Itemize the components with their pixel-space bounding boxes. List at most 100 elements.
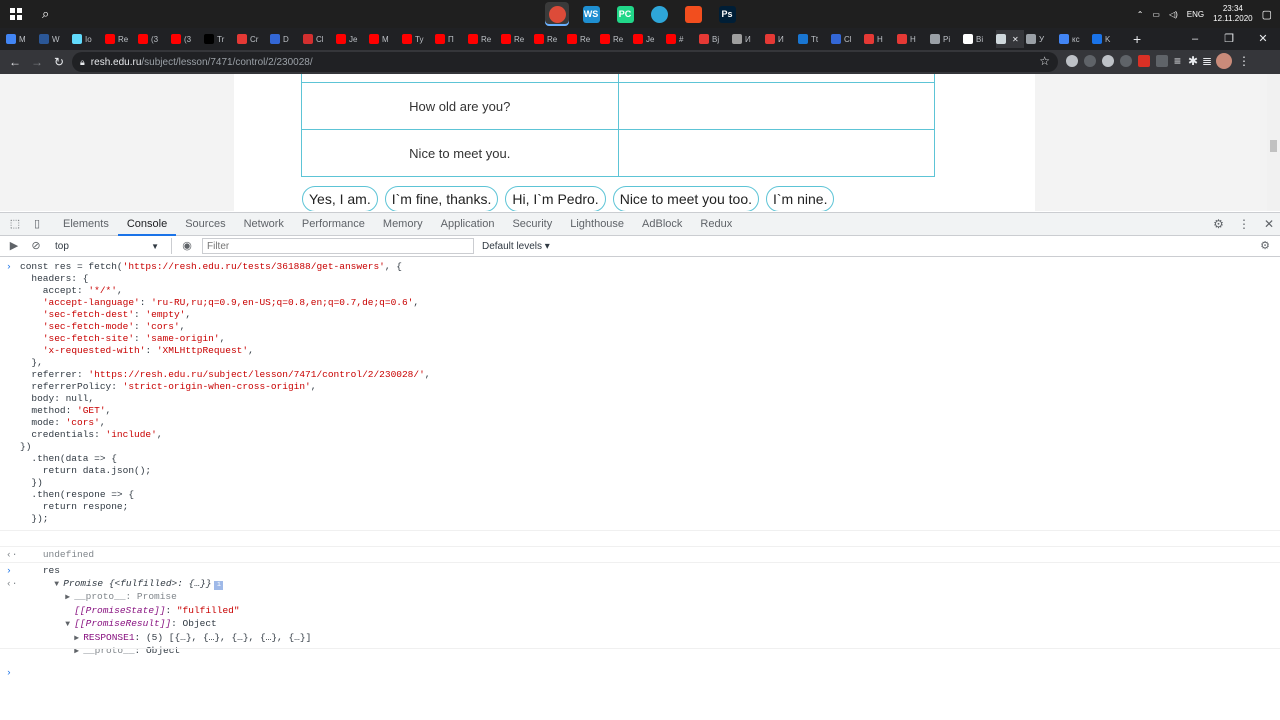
devtools-tab-memory[interactable]: Memory xyxy=(374,213,432,236)
answer-chip[interactable]: Yes, I am. xyxy=(302,186,378,211)
media-icon[interactable]: ≣ xyxy=(1202,54,1212,68)
minimize-icon[interactable]: – xyxy=(1178,28,1212,50)
browser-tab[interactable]: Bj xyxy=(699,30,730,48)
browser-tab[interactable]: Re xyxy=(534,30,565,48)
more-options-icon[interactable]: ⋮ xyxy=(1238,217,1250,231)
photoshop-icon[interactable]: Ps xyxy=(715,2,739,26)
devtools-tab-network[interactable]: Network xyxy=(235,213,293,236)
filter-input[interactable] xyxy=(202,238,474,254)
devtools-tab-redux[interactable]: Redux xyxy=(691,213,741,236)
answer-chip[interactable]: I`m nine. xyxy=(766,186,835,211)
extension-icon[interactable] xyxy=(1066,55,1078,67)
browser-tab[interactable]: Io xyxy=(72,30,103,48)
log-levels-dropdown[interactable]: Default levels ▾ xyxy=(482,241,550,252)
response-row[interactable]: ▶ RESPONSE1: (5) [{…}, {…}, {…}, {…}, {…}… xyxy=(0,617,1280,643)
network-icon[interactable]: ▭ xyxy=(1152,10,1160,19)
clear-console-icon[interactable]: ⊘ xyxy=(29,239,43,253)
extension-icon[interactable] xyxy=(1120,55,1132,67)
browser-tab[interactable]: M xyxy=(6,30,37,48)
devtools-tab-application[interactable]: Application xyxy=(432,213,504,236)
promise-summary-row[interactable]: ‹· ▼ Promise {<fulfilled>: {…}} i xyxy=(0,563,1280,590)
browser-tab[interactable]: Ty xyxy=(402,30,433,48)
browser-tab[interactable]: Cl xyxy=(303,30,334,48)
console-output[interactable]: › const res = fetch('https://resh.edu.ru… xyxy=(0,258,1280,720)
proto-object-row[interactable]: ▶ __proto__: Object xyxy=(0,631,1280,656)
browser-tab[interactable]: И xyxy=(765,30,796,48)
context-selector[interactable]: top ▼ xyxy=(51,238,163,255)
extension-icon[interactable] xyxy=(1084,55,1096,67)
answer-chip[interactable]: Nice to meet you too. xyxy=(612,186,759,211)
answer-chip[interactable]: Hi, I`m Pedro. xyxy=(505,186,606,211)
menu-icon[interactable]: ⋮ xyxy=(1238,54,1250,68)
extension-icon[interactable] xyxy=(1102,55,1114,67)
figma-icon[interactable] xyxy=(681,2,705,26)
browser-tab[interactable]: Tt xyxy=(798,30,829,48)
clock[interactable]: 23:34 12.11.2020 xyxy=(1213,4,1252,24)
playlist-icon[interactable]: ≡ xyxy=(1174,54,1182,68)
close-icon[interactable]: ✕ xyxy=(1246,28,1280,50)
browser-tab[interactable]: H xyxy=(864,30,895,48)
address-bar[interactable]: 🔒︎ resh.edu.ru/subject/lesson/7471/contr… xyxy=(72,52,1058,72)
forward-icon[interactable]: → xyxy=(26,55,48,69)
browser-tab[interactable]: Je xyxy=(336,30,367,48)
devtools-tab-lighthouse[interactable]: Lighthouse xyxy=(561,213,633,236)
browser-tab[interactable]: И xyxy=(732,30,763,48)
browser-tab[interactable]: K xyxy=(1092,30,1123,48)
answer-drop-cell[interactable] xyxy=(617,82,936,130)
profile-avatar[interactable] xyxy=(1216,53,1232,69)
browser-tab[interactable]: D xyxy=(270,30,301,48)
browser-tab[interactable]: Cl xyxy=(831,30,862,48)
search-icon[interactable]: ⌕ xyxy=(42,6,56,21)
webstorm-icon[interactable]: WS xyxy=(579,2,603,26)
new-tab-button[interactable]: + xyxy=(1133,31,1141,47)
devtools-tab-security[interactable]: Security xyxy=(503,213,561,236)
browser-tab[interactable]: Pi xyxy=(930,30,961,48)
browser-tab[interactable]: У xyxy=(1026,30,1057,48)
sidebar-toggle-icon[interactable]: ▶ xyxy=(7,239,21,253)
browser-tab[interactable]: Re xyxy=(468,30,499,48)
browser-tab[interactable]: W xyxy=(39,30,70,48)
browser-tab[interactable]: Je xyxy=(633,30,664,48)
close-devtools-icon[interactable]: ✕ xyxy=(1264,217,1274,231)
pycharm-icon[interactable]: PC xyxy=(613,2,637,26)
lock-icon[interactable]: 🔒︎ xyxy=(80,57,85,68)
telegram-icon[interactable] xyxy=(647,2,671,26)
browser-tab[interactable]: # xyxy=(666,30,697,48)
browser-tab[interactable]: (3 xyxy=(138,30,169,48)
answer-drop-cell[interactable] xyxy=(617,74,936,83)
browser-tab[interactable]: Tr xyxy=(204,30,235,48)
browser-tab[interactable]: П xyxy=(435,30,466,48)
devtools-tab-elements[interactable]: Elements xyxy=(54,213,118,236)
windows-start-icon[interactable] xyxy=(10,8,22,20)
devtools-tab-adblock[interactable]: AdBlock xyxy=(633,213,691,236)
eye-icon[interactable]: ◉ xyxy=(180,239,194,253)
extension-icon[interactable] xyxy=(1138,55,1150,67)
devtools-tab-console[interactable]: Console xyxy=(117,213,177,236)
console-settings-gear-icon[interactable]: ⚙ xyxy=(1258,239,1272,253)
bookmark-star-icon[interactable]: ☆ xyxy=(1039,54,1050,68)
chevron-up-icon[interactable]: ⌃ xyxy=(1137,10,1144,19)
browser-tab[interactable]: Re xyxy=(501,30,532,48)
browser-tab[interactable]: Cr xyxy=(237,30,268,48)
browser-tab[interactable]: M xyxy=(369,30,400,48)
browser-tab[interactable]: H xyxy=(897,30,928,48)
devtools-tab-performance[interactable]: Performance xyxy=(293,213,374,236)
devtools-tab-sources[interactable]: Sources xyxy=(176,213,234,236)
settings-gear-icon[interactable]: ⚙ xyxy=(1213,217,1224,231)
back-icon[interactable]: ← xyxy=(4,55,26,69)
inspect-element-icon[interactable]: ⬚ xyxy=(8,217,22,231)
answer-drop-cell[interactable] xyxy=(617,129,936,177)
tab-close-icon[interactable]: ✕ xyxy=(1012,35,1019,44)
browser-tab[interactable]: Bi xyxy=(963,30,994,48)
language-indicator[interactable]: ENG xyxy=(1187,10,1204,19)
browser-tab[interactable]: ✕ xyxy=(996,30,1024,48)
proto-row[interactable]: ▶ __proto__: Promise xyxy=(0,577,1280,602)
notifications-icon[interactable]: ▢ xyxy=(1262,8,1272,21)
console-prompt[interactable]: › xyxy=(0,648,1280,678)
page-scrollbar[interactable] xyxy=(1267,74,1280,211)
promise-result-row[interactable]: ▼ [[PromiseResult]]: Object xyxy=(0,604,1280,629)
restore-icon[interactable]: ❐ xyxy=(1212,28,1246,50)
device-toolbar-icon[interactable]: ▯ xyxy=(30,217,44,231)
browser-tab[interactable]: (3 xyxy=(171,30,202,48)
browser-tab[interactable]: кс xyxy=(1059,30,1090,48)
